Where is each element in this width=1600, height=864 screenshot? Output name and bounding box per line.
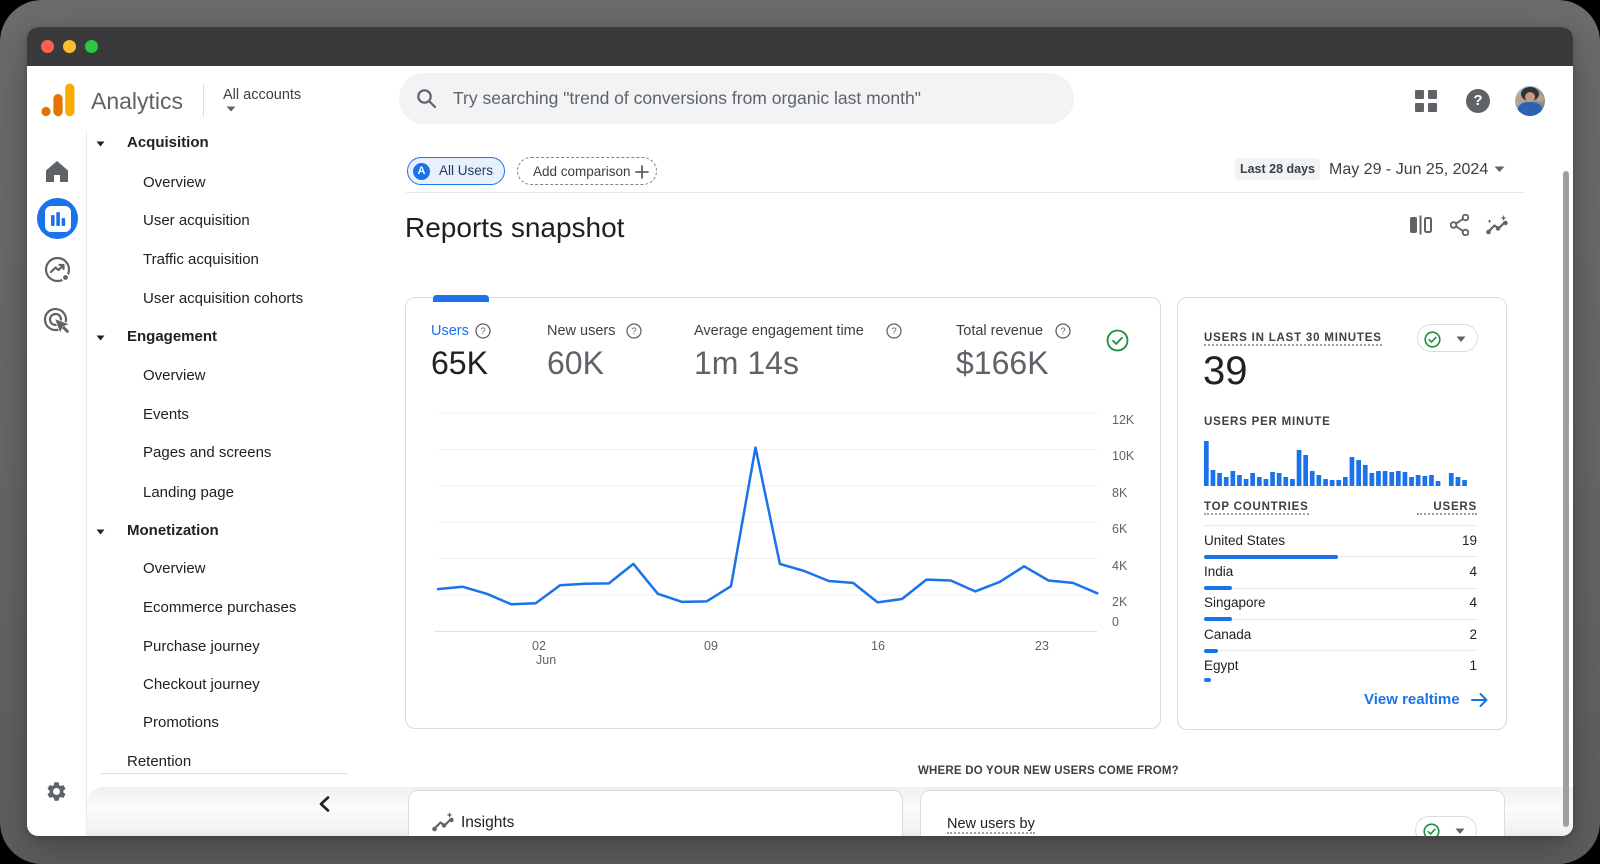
svg-text:?: ? bbox=[891, 326, 896, 337]
svg-text:?: ? bbox=[1060, 326, 1065, 337]
svg-text:?: ? bbox=[480, 326, 485, 337]
svg-text:?: ? bbox=[631, 326, 636, 337]
